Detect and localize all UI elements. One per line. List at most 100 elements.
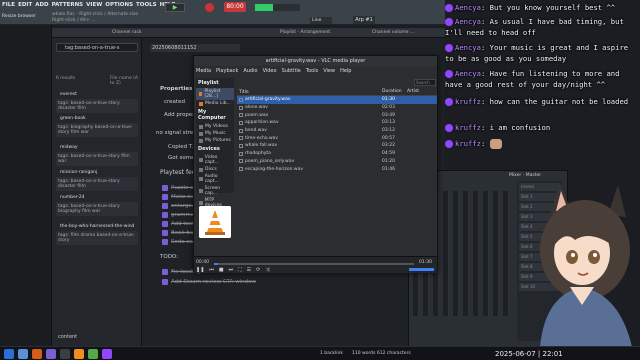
checkbox[interactable] [162,203,168,209]
sort-select[interactable]: File name (A to Z) [110,76,141,86]
sidebar-item-videos[interactable]: My Videos [196,123,234,130]
tab-note[interactable]: 20250608011152 [150,44,240,52]
list-item[interactable]: midway tags: based-on-a-true-story film … [56,145,138,166]
list-item[interactable]: number-24 tags: based-on-a-true-story bi… [56,195,138,216]
fl-menu-patterns[interactable]: PATTERNS [52,2,84,8]
fl-menu-edit[interactable]: EDIT [18,2,32,8]
table-row[interactable]: alone.wav 02:03 [237,104,437,112]
checkbox[interactable] [162,194,168,200]
mixer-strip[interactable] [503,191,509,316]
next-icon[interactable]: ⏭ [229,267,234,273]
vlc-menu-view[interactable]: View [323,68,335,74]
mixer-strip[interactable] [483,191,489,316]
table-row[interactable]: whale fall.wav 03:22 [237,142,437,150]
fullscreen-icon[interactable]: ⛶ [238,267,242,273]
fl-menu-file[interactable]: FILE [2,2,15,8]
list-item[interactable]: the-boy-who-harnessed-the-wind tags: fil… [56,224,138,245]
sidebar-item-video-capture[interactable]: Video capt... [196,154,234,166]
shuffle-icon[interactable]: ⤨ [265,267,269,273]
fl-menu-view[interactable]: VIEW [86,2,102,8]
vlc-menu-help[interactable]: Help [340,68,351,74]
table-row[interactable]: escaping-the-horizon.wav 01:46 [237,165,437,173]
chat-app-icon[interactable] [102,349,112,359]
terminal-icon[interactable] [60,349,70,359]
sidebar-item-playlist[interactable]: Playlist [28...] [196,88,234,100]
fl-menu-add[interactable]: ADD [35,2,48,8]
fl-studio-toolbar: FILE EDIT ADD PATTERNS VIEW OPTIONS TOOL… [0,0,445,25]
checkbox[interactable] [162,239,168,245]
stop-icon[interactable]: ■ [219,267,224,273]
audio-file-icon [239,128,243,133]
obsidian-search-pane: tag:based-on-a-true-s 6 results File nam… [52,38,142,346]
fl-menu-tools[interactable]: TOOLS [136,2,157,8]
pause-icon[interactable]: ❚❚ [196,267,204,273]
volume-slider[interactable] [409,268,434,271]
tab-playlist[interactable]: Playlist - Arrangement [280,30,330,35]
previous-icon[interactable]: ⏮ [209,267,214,273]
sidebar-item-audio-capture[interactable]: Audio capt... [196,173,234,185]
vlc-menu-video[interactable]: Video [263,68,277,74]
table-row[interactable]: poem_piano_only.wav 01:20 [237,158,437,166]
checkbox[interactable] [162,221,168,227]
fl-studio-icon[interactable] [88,349,98,359]
backlinks-count[interactable]: 1 backlink [320,351,343,356]
list-item[interactable]: mission-raniganj tags: based-on-a-true-s… [56,170,138,191]
mixer-strip[interactable] [453,191,459,316]
fl-menu-options[interactable]: OPTIONS [105,2,133,8]
vlc-menu-media[interactable]: Media [196,68,211,74]
mixer-strip[interactable] [473,191,479,316]
vlc-menu-playback[interactable]: Playback [216,68,238,74]
obsidian-ribbon [0,25,52,346]
vlc-menu-audio[interactable]: Audio [243,68,257,74]
start-menu-icon[interactable] [4,349,14,359]
search-input[interactable]: tag:based-on-a-true-s [56,43,138,52]
checkbox[interactable] [162,212,168,218]
mixer-strip[interactable] [443,191,449,316]
column-duration[interactable]: Duration [382,89,407,95]
sidebar-item-music[interactable]: My Music [196,130,234,137]
fl-arp-select[interactable]: Arp #1 [353,16,375,24]
sidebar-item-discs[interactable]: Discs [196,166,234,173]
table-row[interactable]: poem.wav 03:49 [237,111,437,119]
seek-slider[interactable] [214,263,414,265]
table-row[interactable]: apparition.wav 03:13 [237,119,437,127]
checkbox[interactable] [162,230,168,236]
audio-file-icon [239,113,243,118]
playlist-toggle-icon[interactable]: ☰ [247,267,251,273]
obsidian-icon[interactable] [46,349,56,359]
vlc-menu-tools[interactable]: Tools [306,68,318,74]
table-row[interactable]: time-echo.wav 00:57 [237,134,437,142]
obsidian-status-content: content [58,334,78,340]
list-item[interactable]: green-book tags: biography based-on-a-tr… [56,116,138,137]
table-row[interactable]: bend.wav 03:12 [237,127,437,135]
properties-heading: Properties [160,86,193,92]
record-button[interactable] [205,3,214,12]
column-title[interactable]: Title [237,89,382,95]
mixer-strip[interactable] [463,191,469,316]
files-icon[interactable] [18,349,28,359]
chat-message: Aencya: Have fun listening to more and h… [445,69,620,89]
loop-icon[interactable]: ⟳ [256,267,260,273]
tab-channel-volume[interactable]: Channel volume ... [372,30,414,35]
sidebar-item-media-library[interactable]: Media Lib... [196,100,234,107]
firefox-icon[interactable] [32,349,42,359]
list-item[interactable]: everest tags: based-on-a-true-story disa… [56,92,138,113]
tab-channel-rack[interactable]: Channel rack [112,30,142,35]
vlc-menu-subtitle[interactable]: Subtitle [282,68,301,74]
checkbox[interactable] [162,279,168,285]
mixer-strip[interactable] [493,191,499,316]
fl-tempo-display[interactable]: 80:00 [224,2,246,12]
checkbox[interactable] [162,269,168,275]
column-artist[interactable]: Artist [407,89,432,95]
table-row[interactable]: artificial-gravity.wav 01:30 [237,96,437,104]
sidebar-heading: Playlist [198,80,219,86]
vlc-taskbar-icon[interactable] [74,349,84,359]
playlist-search-input[interactable]: Search [414,79,436,86]
checkbox[interactable] [162,185,168,191]
sidebar-item-pictures[interactable]: My Pictures [196,137,234,144]
clock[interactable]: 2025-06-07 | 22:01 [495,350,563,358]
fl-snap-select[interactable]: Line [310,17,332,24]
play-button[interactable]: ▶ [165,3,185,12]
sidebar-item-screen-capture[interactable]: Screen cap... [196,185,234,197]
table-row[interactable]: rhodophyta 04:59 [237,150,437,158]
